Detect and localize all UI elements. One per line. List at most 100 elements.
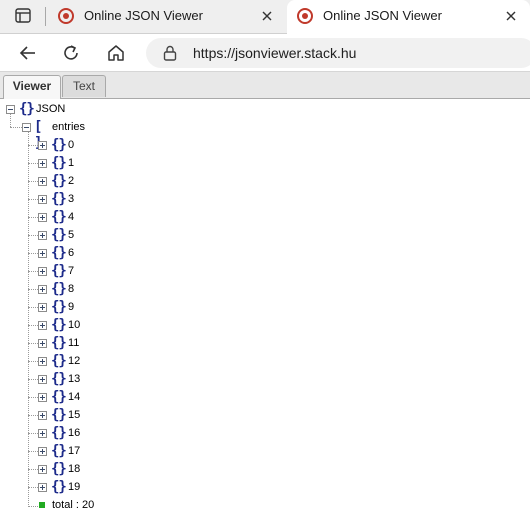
browser-tab-1[interactable]: Online JSON Viewer xyxy=(48,0,286,33)
tree-connector xyxy=(28,307,38,308)
tree-node-label[interactable]: 18 xyxy=(68,461,80,477)
browser-tab-2[interactable]: Online JSON Viewer xyxy=(287,0,530,34)
tree-connector xyxy=(28,325,38,326)
expand-toggle-icon[interactable] xyxy=(38,213,47,222)
tree-node-label[interactable]: JSON xyxy=(36,101,65,117)
tree-node-label[interactable]: 9 xyxy=(68,299,74,315)
expand-toggle-icon[interactable] xyxy=(38,393,47,402)
expand-toggle-icon[interactable] xyxy=(38,141,47,150)
browser-nav-bar: https://jsonviewer.stack.hu xyxy=(0,34,530,72)
tree-connector xyxy=(28,253,38,254)
address-bar[interactable]: https://jsonviewer.stack.hu xyxy=(146,38,530,68)
expand-toggle-icon[interactable] xyxy=(38,321,47,330)
object-icon: {} xyxy=(51,353,67,369)
object-icon: {} xyxy=(51,155,67,171)
tree-node-label[interactable]: 17 xyxy=(68,443,80,459)
object-icon: {} xyxy=(19,101,35,117)
expand-toggle-icon[interactable] xyxy=(38,195,47,204)
tree-node-label[interactable]: 5 xyxy=(68,227,74,243)
browser-tab-bar: Online JSON Viewer Online JSON Viewer xyxy=(0,0,530,34)
object-icon: {} xyxy=(51,137,67,153)
tree-node-label[interactable]: entries xyxy=(52,119,85,135)
tree-connector xyxy=(28,217,38,218)
tab-text[interactable]: Text xyxy=(62,75,106,97)
object-icon: {} xyxy=(51,479,67,495)
object-icon: {} xyxy=(51,389,67,405)
tree-node-label[interactable]: 7 xyxy=(68,263,74,279)
object-icon: {} xyxy=(51,299,67,315)
object-icon: {} xyxy=(51,317,67,333)
object-icon: {} xyxy=(51,191,67,207)
tree-node-label[interactable]: 15 xyxy=(68,407,80,423)
tree-connector xyxy=(28,271,38,272)
object-icon: {} xyxy=(51,263,67,279)
expand-toggle-icon[interactable] xyxy=(38,339,47,348)
tree-connector xyxy=(28,289,38,290)
tree-node-label[interactable]: 16 xyxy=(68,425,80,441)
expand-toggle-icon[interactable] xyxy=(38,357,47,366)
object-icon: {} xyxy=(51,335,67,351)
tree-connector xyxy=(28,506,38,507)
tree-node-label[interactable]: 11 xyxy=(68,335,79,351)
back-arrow-icon[interactable] xyxy=(18,43,38,63)
tab-title: Online JSON Viewer xyxy=(84,8,203,23)
tree-connector xyxy=(28,451,38,452)
value-leaf-icon xyxy=(39,502,45,508)
lock-icon[interactable] xyxy=(163,45,177,61)
collapse-toggle-icon[interactable] xyxy=(6,105,15,114)
expand-toggle-icon[interactable] xyxy=(38,249,47,258)
expand-toggle-icon[interactable] xyxy=(38,285,47,294)
expand-toggle-icon[interactable] xyxy=(38,483,47,492)
tree-connector xyxy=(10,114,11,127)
expand-toggle-icon[interactable] xyxy=(38,429,47,438)
tree-node-label[interactable]: 8 xyxy=(68,281,74,297)
tree-node-label[interactable]: 6 xyxy=(68,245,74,261)
tree-node-label[interactable]: 4 xyxy=(68,209,74,225)
tree-connector xyxy=(28,487,38,488)
tree-node-label[interactable]: 0 xyxy=(68,137,74,153)
tree-node-label[interactable]: 10 xyxy=(68,317,80,333)
refresh-icon[interactable] xyxy=(61,43,81,63)
close-tab-icon[interactable] xyxy=(504,9,518,23)
tab-actions-icon[interactable] xyxy=(15,8,31,23)
tree-node-label[interactable]: 1 xyxy=(68,155,74,171)
tree-node-label[interactable]: 3 xyxy=(68,191,74,207)
expand-toggle-icon[interactable] xyxy=(38,465,47,474)
object-icon: {} xyxy=(51,245,67,261)
tree-node-label[interactable]: 12 xyxy=(68,353,80,369)
tree-connector xyxy=(28,415,38,416)
tree-connector xyxy=(28,397,38,398)
tree-node-label[interactable]: 2 xyxy=(68,173,74,189)
site-favicon-icon xyxy=(58,8,74,24)
expand-toggle-icon[interactable] xyxy=(38,447,47,456)
object-icon: {} xyxy=(51,443,67,459)
expand-toggle-icon[interactable] xyxy=(38,267,47,276)
expand-toggle-icon[interactable] xyxy=(38,375,47,384)
close-tab-icon[interactable] xyxy=(260,9,274,23)
home-icon[interactable] xyxy=(106,43,126,63)
expand-toggle-icon[interactable] xyxy=(38,411,47,420)
tab-viewer[interactable]: Viewer xyxy=(3,75,61,99)
tree-connector xyxy=(28,163,38,164)
tree-node-label[interactable]: 19 xyxy=(68,479,80,495)
viewer-tab-strip: Viewer Text xyxy=(0,72,530,99)
expand-toggle-icon[interactable] xyxy=(38,303,47,312)
tree-connector xyxy=(28,361,38,362)
tree-node-label[interactable]: total : 20 xyxy=(52,497,94,513)
tree-node-label[interactable]: 13 xyxy=(68,371,80,387)
object-icon: {} xyxy=(51,281,67,297)
tree-connector xyxy=(28,433,38,434)
object-icon: {} xyxy=(51,227,67,243)
site-favicon-icon xyxy=(297,8,313,24)
expand-toggle-icon[interactable] xyxy=(38,177,47,186)
tree-connector xyxy=(28,235,38,236)
object-icon: {} xyxy=(51,461,67,477)
json-tree: {} JSON [ ] entries {}0{}1{}2{}3{}4{}5{}… xyxy=(0,99,530,520)
collapse-toggle-icon[interactable] xyxy=(22,123,31,132)
tree-connector xyxy=(28,379,38,380)
tree-connector xyxy=(28,199,38,200)
expand-toggle-icon[interactable] xyxy=(38,231,47,240)
tab-title: Online JSON Viewer xyxy=(323,8,442,23)
expand-toggle-icon[interactable] xyxy=(38,159,47,168)
tree-node-label[interactable]: 14 xyxy=(68,389,80,405)
